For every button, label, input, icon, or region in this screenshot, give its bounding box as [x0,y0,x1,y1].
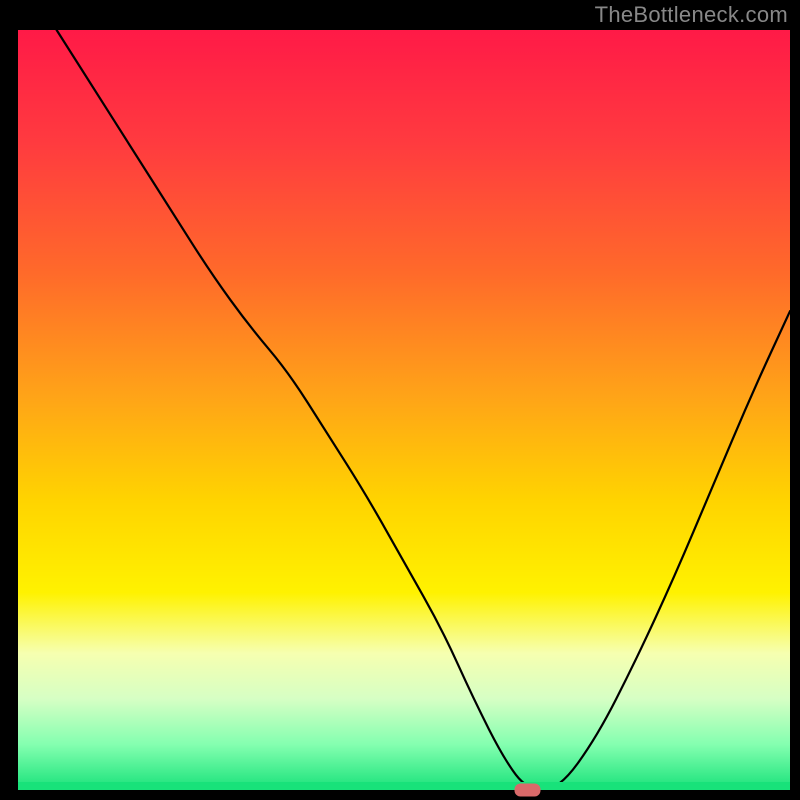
baseline-strip [18,782,790,790]
optimal-marker [515,784,541,797]
plot-background [18,30,790,790]
chart-frame: TheBottleneck.com [0,0,800,800]
watermark-label: TheBottleneck.com [595,2,788,28]
bottleneck-chart [0,0,800,800]
